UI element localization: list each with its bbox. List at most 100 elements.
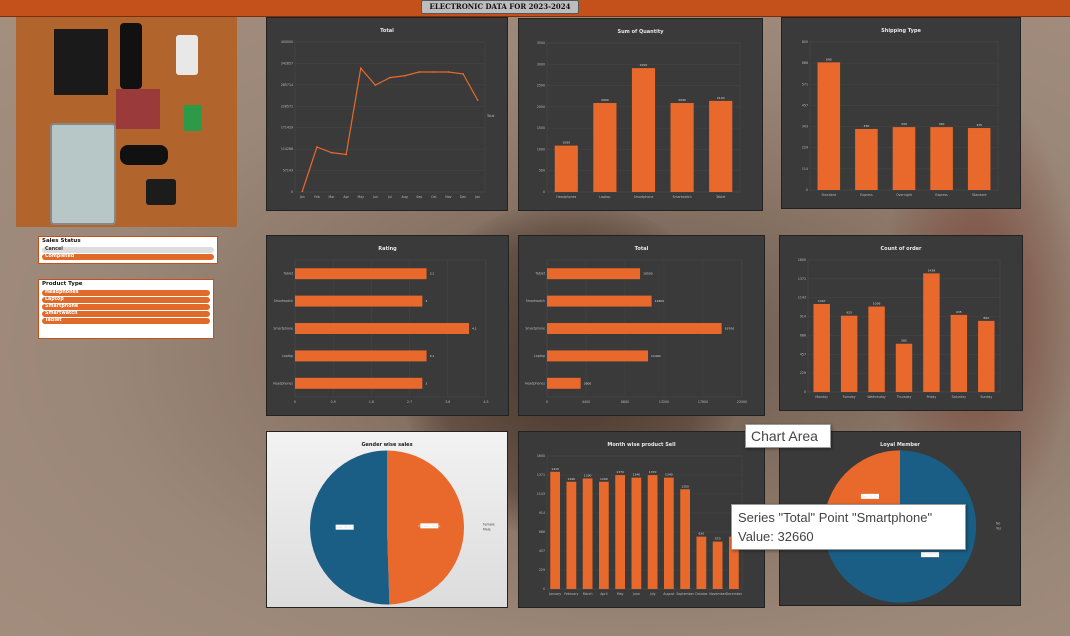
bar[interactable] [967,128,991,190]
bar[interactable] [550,471,560,589]
y-tick-label: 1143 [798,296,806,300]
bar[interactable] [295,350,427,362]
bar[interactable] [295,323,470,334]
x-tick-label: Mar [329,195,336,199]
bar[interactable] [295,268,427,280]
bar[interactable] [547,350,649,362]
bar[interactable] [295,377,423,389]
y-tick-label: 457 [802,103,808,107]
data-label: 585 [901,339,907,343]
bar[interactable] [840,315,858,392]
data-label: 19700 [725,327,735,331]
slicer-item-smartwatch[interactable]: Smartwatch [42,311,210,317]
sales-status-slicer[interactable]: Sales Status Cancel Completed [38,236,218,264]
rating-chart[interactable]: Rating 0 0.9 1.8 2.7 3.6 4.5 Tablet 3.1 Smartwatc… [266,235,509,416]
bar[interactable] [593,103,617,192]
slicer-item-cancel[interactable]: Cancel [42,247,214,253]
line-point[interactable] [316,146,318,148]
bar[interactable] [868,306,885,392]
y-tick-label: 0 [543,587,545,591]
bar[interactable] [647,475,658,589]
bar[interactable] [712,541,723,589]
x-tick-label: March [583,592,593,596]
bar[interactable] [696,536,707,589]
bar[interactable] [547,323,722,334]
shipping-type-chart[interactable]: Shipping Type 0 114 229 343 457 571 686 800 690 St… [781,17,1021,209]
bar[interactable] [631,477,642,589]
bar[interactable] [664,477,674,589]
line-point[interactable] [374,84,377,87]
slicer-item-headphones[interactable]: Headphones [42,290,210,296]
bar[interactable] [547,295,652,307]
bar[interactable] [680,489,690,589]
bar[interactable] [582,478,593,589]
product-type-slicer[interactable]: Product Type Headphones Laptop Smartphon… [38,279,214,339]
slicer-item-tablet[interactable]: Tablet [42,318,210,324]
y-tick-label: 114286 [281,147,293,151]
line-point[interactable] [447,71,450,73]
bar[interactable] [930,127,953,190]
bar[interactable] [554,145,578,192]
data-label: 925 [846,311,852,315]
bar[interactable] [895,343,913,392]
x-tick-label: November [709,592,726,596]
x-tick-label: Overnight [896,193,913,197]
bar[interactable] [599,481,609,589]
chart-svg: Total 0 4400 8800 13200 17600 22000 Tablet 10500… [525,246,747,404]
bar[interactable] [709,100,733,192]
bar[interactable] [892,127,916,190]
slicer-item-smartphone[interactable]: Smartphone [42,304,210,310]
x-tick-label: Smartphone [634,195,654,199]
month-wise-sell-chart[interactable]: Month wise product Sell 0 229 457 686 914 1143… [518,431,765,608]
bar[interactable] [950,314,968,392]
data-label: 330 [864,124,870,128]
y-tick-label: 114 [802,167,808,171]
sum-of-quantity-chart[interactable]: Sum of Quantity 0 500 1000 1500 2000 2500 3000 3… [518,18,763,211]
bar[interactable] [670,103,694,192]
line-point[interactable] [359,67,362,70]
series-line[interactable] [301,66,479,192]
y-tick-label: Smartwatch [274,299,293,303]
x-tick-label: January [548,592,561,596]
bar[interactable] [923,273,940,392]
bar[interactable] [978,320,995,392]
bar[interactable] [817,62,841,190]
y-tick-label: 2000 [537,105,545,109]
line-point[interactable] [330,151,333,154]
bar[interactable] [813,303,830,392]
y-tick-label: 343 [802,125,808,129]
line-point[interactable] [462,72,464,75]
bar[interactable] [615,475,625,589]
line-point[interactable] [432,71,435,73]
y-tick-label: 457 [539,549,545,553]
count-of-order-chart[interactable]: Count of order 0 229 457 686 914 1143 1371 1600 1… [779,235,1023,411]
data-label: 4.1 [472,327,477,331]
x-tick-label: Sunday [980,395,992,399]
y-tick-label: Smartphone [273,327,293,331]
slicer-title: Product Type [42,281,83,287]
slicer-item-laptop[interactable]: Laptop [42,297,210,303]
line-point[interactable] [345,153,348,156]
chart-title: Month wise product Sell [607,442,676,448]
data-label: Yes, 25.5% [862,494,878,498]
bar[interactable] [855,128,878,190]
total-by-product-chart[interactable]: Total 0 4400 8800 13200 17600 22000 Tablet 10500… [518,235,765,416]
line-point[interactable] [418,71,421,73]
bar[interactable] [547,377,581,389]
line-point[interactable] [389,76,391,79]
total-line-chart[interactable]: Total 0 57143 114286 171429 228571 285714 34285… [266,17,508,211]
slicer-item-completed[interactable]: Completed [42,254,214,260]
x-tick-label: December [726,592,743,596]
bar[interactable] [631,68,656,192]
bar[interactable] [547,268,641,280]
dashboard-title[interactable]: ELECTRONIC DATA FOR 2023-2024 [421,0,579,14]
bar[interactable] [566,481,577,589]
line-point[interactable] [476,99,479,102]
bar[interactable] [295,295,423,307]
line-point[interactable] [403,74,406,77]
data-label: 690 [826,57,832,61]
legend-entry: No [996,522,1000,526]
y-tick-label: Tablet [535,272,546,276]
line-point[interactable] [301,190,304,193]
gender-sales-pie-chart[interactable]: Gender wise sales Female, 49.5% Male, 50.5… [266,431,508,608]
